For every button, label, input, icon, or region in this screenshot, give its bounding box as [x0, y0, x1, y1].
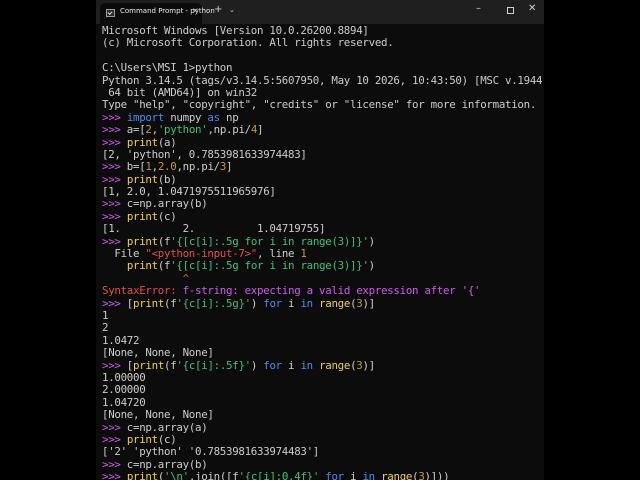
console-line: 1.00000	[102, 370, 146, 384]
console-line: [None, None, None]	[102, 408, 214, 422]
close-window-button[interactable]: ✕	[528, 3, 536, 14]
console-line: >>> print('\n'.join([f'{c[i]:0.4f}' for …	[102, 470, 450, 480]
title-bar: Command Prompt - python × + ⌄ – ✕	[96, 0, 544, 24]
console-line: (c) Microsoft Corporation. All rights re…	[102, 36, 394, 50]
console-line: >>> [print(f'{c[i]:.5f}') for i in range…	[102, 358, 375, 372]
console-line: >>> a=[2,'python',np.pi/4]	[102, 123, 264, 137]
terminal-icon	[106, 9, 115, 17]
console-line: 2.00000	[102, 383, 146, 397]
maximize-button[interactable]	[507, 7, 514, 14]
console-line: ['2' 'python' '0.7853981633974483']	[102, 445, 320, 459]
tab-dropdown-button[interactable]: ⌄	[229, 6, 235, 14]
tab-command-prompt[interactable]: Command Prompt - python ×	[100, 3, 215, 24]
console-line: 2	[102, 321, 109, 335]
console-line: C:\Users\MSI 1>python	[102, 61, 233, 75]
minimize-button[interactable]: –	[476, 3, 481, 14]
tab-close-button[interactable]: ×	[192, 6, 199, 15]
console-line: >>> c=np.array(b)	[102, 197, 208, 211]
console-line: Type "help", "copyright", "credits" or "…	[102, 98, 537, 112]
console-output[interactable]: Microsoft Windows [Version 10.0.26200.88…	[102, 24, 543, 480]
new-tab-button[interactable]: +	[214, 4, 222, 15]
console-line: 1	[102, 308, 109, 322]
console-line: >>> b=[1,2.0,np.pi/3]	[102, 160, 233, 174]
tab-title: Command Prompt - python	[120, 7, 215, 15]
terminal-window: Command Prompt - python × + ⌄ – ✕ Micros…	[96, 0, 544, 480]
console-line: >>> [print(f'{c[i]:.5g}') for i in range…	[102, 296, 375, 310]
